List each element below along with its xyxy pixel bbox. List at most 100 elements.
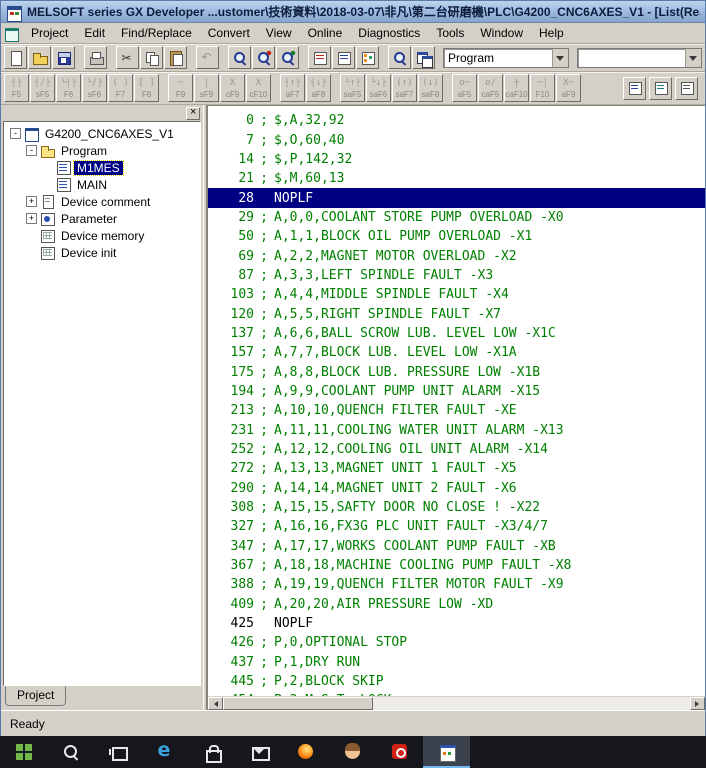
toolbar-button[interactable] xyxy=(649,77,672,100)
fkey-button[interactable]: ┤├ F5 xyxy=(4,74,29,102)
fkey-button[interactable]: X cF10 xyxy=(246,74,271,102)
menu-item[interactable]: Online xyxy=(300,24,351,42)
list-row[interactable]: 437 ; P,1,DRY RUN xyxy=(214,653,705,672)
list-row[interactable]: 409 ; A,20,20,AIR PRESSURE LOW -XD xyxy=(214,595,705,614)
toolbar-button[interactable] xyxy=(300,46,307,69)
list-row[interactable]: 50 ; A,1,1,BLOCK OIL PUMP OVERLOAD -X1 xyxy=(214,227,705,246)
horizontal-scrollbar[interactable] xyxy=(208,696,705,710)
fkey-button[interactable]: [ ] F8 xyxy=(134,74,159,102)
fkey-button[interactable]: └┤├ F6 xyxy=(56,74,81,102)
menu-item[interactable]: Window xyxy=(472,24,531,42)
list-row[interactable]: 252 ; A,12,12,COOLING OIL UNIT ALARM -X1… xyxy=(214,440,705,459)
list-row[interactable]: 272 ; A,13,13,MAGNET UNIT 1 FAULT -X5 xyxy=(214,459,705,478)
tree-item[interactable]: M1MES xyxy=(4,159,200,176)
toolbar-button[interactable] xyxy=(164,46,187,69)
list-row[interactable]: 367 ; A,18,18,MACHINE COOLING PUMP FAULT… xyxy=(214,556,705,575)
fkey-button[interactable]: └↓├ saF6 xyxy=(366,74,391,102)
toolbar-button[interactable] xyxy=(116,46,139,69)
list-row[interactable]: 327 ; A,16,16,FX3G PLC UNIT FAULT -X3/4/… xyxy=(214,517,705,536)
list-row[interactable]: 28 NOPLF xyxy=(208,188,705,207)
menu-item[interactable]: Diagnostics xyxy=(350,24,428,42)
taskbar-item[interactable] xyxy=(235,736,282,768)
toolbar-button[interactable] xyxy=(52,46,75,69)
fkey-button[interactable]: o─ aF5 xyxy=(452,74,477,102)
fkey-button[interactable]: ─ F9 xyxy=(168,74,193,102)
scrollbar-track[interactable] xyxy=(373,697,690,710)
tree-expander-icon[interactable]: + xyxy=(26,196,37,207)
toolbar-button[interactable] xyxy=(84,46,107,69)
list-row[interactable]: 137 ; A,6,6,BALL SCROW LUB. LEVEL LOW -X… xyxy=(214,324,705,343)
fkey-button[interactable]: ┤↓├ aF8 xyxy=(306,74,331,102)
toolbar-button[interactable] xyxy=(332,46,355,69)
tree-expander-icon[interactable]: - xyxy=(26,145,37,156)
scroll-right-button[interactable] xyxy=(690,697,705,710)
fkey-button[interactable]: (↑) saF7 xyxy=(392,74,417,102)
menu-item[interactable]: Tools xyxy=(428,24,472,42)
toolbar-button[interactable] xyxy=(140,46,163,69)
list-row[interactable]: 426 ; P,0,OPTIONAL STOP xyxy=(214,633,705,652)
toolbar-button[interactable] xyxy=(623,77,646,100)
menu-item[interactable]: Find/Replace xyxy=(113,24,200,42)
fkey-button[interactable]: ( ) F7 xyxy=(108,74,133,102)
data-type-combobox[interactable]: Program xyxy=(443,48,569,68)
taskbar-item[interactable] xyxy=(141,736,188,768)
toolbar-button[interactable] xyxy=(4,46,27,69)
tree-item[interactable]: Device memory xyxy=(4,227,200,244)
toolbar-button[interactable] xyxy=(252,46,275,69)
taskbar-item[interactable] xyxy=(0,736,47,768)
taskbar-item[interactable] xyxy=(188,736,235,768)
fkey-button[interactable]: ┼ caF10 xyxy=(504,74,529,102)
tree-expander-icon[interactable]: - xyxy=(10,128,21,139)
taskbar-item[interactable] xyxy=(282,736,329,768)
fkey-button[interactable]: X cF9 xyxy=(220,74,245,102)
list-row[interactable]: 21 ; $,M,60,13 xyxy=(214,169,705,188)
tree-item[interactable]: + Device comment xyxy=(4,193,200,210)
chevron-down-icon[interactable] xyxy=(552,49,568,67)
list-row[interactable]: 103 ; A,4,4,MIDDLE SPINDLE FAULT -X4 xyxy=(214,285,705,304)
tree-item[interactable]: - G4200_CNC6AXES_V1 xyxy=(4,125,200,142)
toolbar-button[interactable] xyxy=(196,46,219,69)
taskbar-item[interactable] xyxy=(423,736,470,768)
close-panel-button[interactable] xyxy=(186,107,200,120)
menu-item[interactable]: Edit xyxy=(76,24,113,42)
toolbar-button[interactable] xyxy=(276,46,299,69)
toolbar-button[interactable] xyxy=(108,46,115,69)
list-row[interactable]: 157 ; A,7,7,BLOCK LUB. LEVEL LOW -X1A xyxy=(214,343,705,362)
list-row[interactable]: 69 ; A,2,2,MAGNET MOTOR OVERLOAD -X2 xyxy=(214,246,705,265)
toolbar-button[interactable] xyxy=(308,46,331,69)
tree-item[interactable]: - Program xyxy=(4,142,200,159)
list-row[interactable]: 87 ; A,3,3,LEFT SPINDLE FAULT -X3 xyxy=(214,266,705,285)
list-row[interactable]: 425 NOPLF xyxy=(214,614,705,633)
mdi-child-icon[interactable] xyxy=(4,26,19,41)
list-row[interactable]: 175 ; A,8,8,BLOCK LUB. PRESSURE LOW -X1B xyxy=(214,362,705,381)
tree-item[interactable]: MAIN xyxy=(4,176,200,193)
toolbar-button[interactable] xyxy=(188,46,195,69)
list-row[interactable]: 347 ; A,17,17,WORKS COOLANT PUMP FAULT -… xyxy=(214,537,705,556)
fkey-button[interactable]: (↓) saF8 xyxy=(418,74,443,102)
menu-item[interactable]: View xyxy=(258,24,300,42)
fkey-button[interactable]: └/├ sF6 xyxy=(82,74,107,102)
list-row[interactable]: 388 ; A,19,19,QUENCH FILTER MOTOR FAULT … xyxy=(214,575,705,594)
toolbar-button[interactable] xyxy=(228,46,251,69)
fkey-button[interactable]: ┤/├ sF5 xyxy=(30,74,55,102)
menu-item[interactable]: Project xyxy=(23,24,76,42)
list-row[interactable]: 7 ; $,O,60,40 xyxy=(214,130,705,149)
taskbar-item[interactable] xyxy=(47,736,94,768)
list-row[interactable]: 445 ; P,2,BLOCK SKIP xyxy=(214,672,705,691)
toolbar-button[interactable] xyxy=(356,46,379,69)
toolbar-button[interactable] xyxy=(28,46,51,69)
toolbar-button[interactable] xyxy=(220,46,227,69)
list-row[interactable]: 308 ; A,15,15,SAFTY DOOR NO CLOSE ! -X22 xyxy=(214,498,705,517)
tree-expander-icon[interactable]: + xyxy=(26,213,37,224)
taskbar-item[interactable] xyxy=(329,736,376,768)
toolbar-button[interactable] xyxy=(388,46,411,69)
menu-item[interactable]: Convert xyxy=(200,24,258,42)
list-row[interactable]: 213 ; A,10,10,QUENCH FILTER FAULT -XE xyxy=(214,401,705,420)
list-row[interactable]: 290 ; A,14,14,MAGNET UNIT 2 FAULT -X6 xyxy=(214,479,705,498)
fkey-button[interactable]: ┤↑├ aF7 xyxy=(280,74,305,102)
fkey-button[interactable]: ─│ F10 xyxy=(530,74,555,102)
chevron-down-icon[interactable] xyxy=(685,49,701,67)
tree-item[interactable]: + Parameter xyxy=(4,210,200,227)
titlebar[interactable]: MELSOFT series GX Developer ...ustomer\技… xyxy=(1,1,705,23)
toolbar-button[interactable] xyxy=(675,77,698,100)
